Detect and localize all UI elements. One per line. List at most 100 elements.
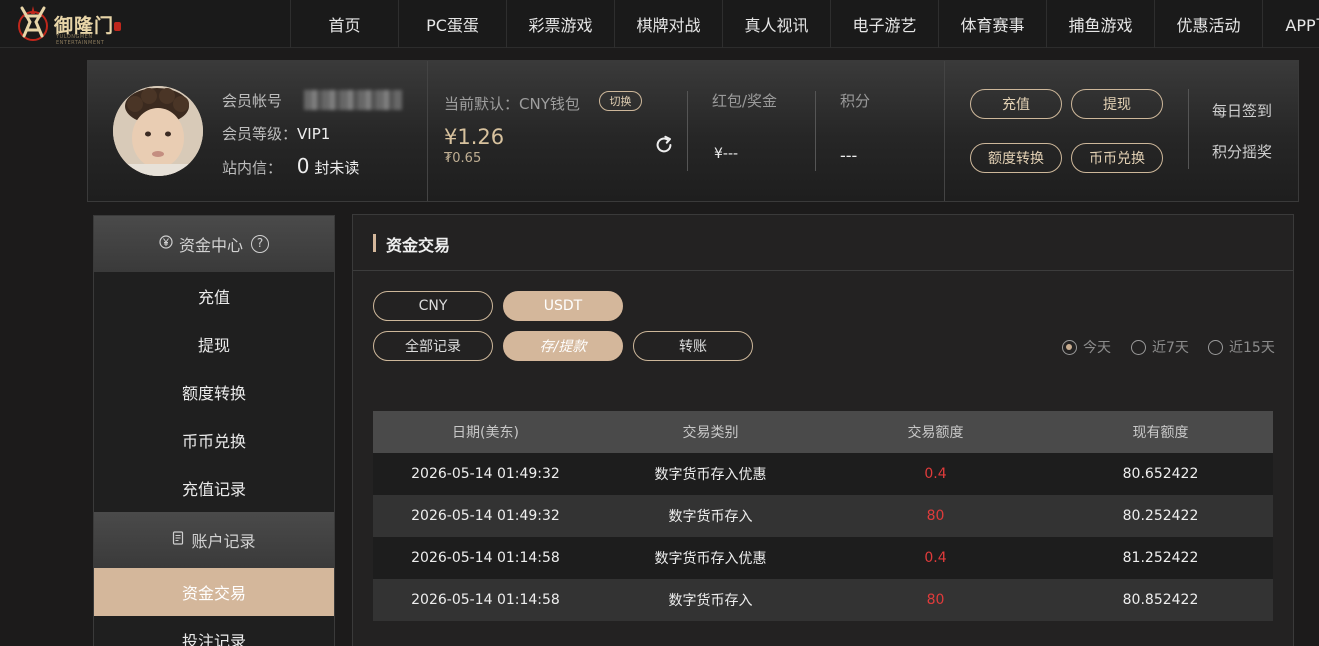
cell-amount: 80	[823, 579, 1048, 621]
table-row: 2026-05-14 01:14:58 数字货币存入优惠 0.4 81.2524…	[373, 537, 1273, 579]
cell-type: 数字货币存入	[598, 579, 823, 621]
level-value: VIP1	[297, 125, 331, 143]
wallet-balance: ¥1.26	[444, 125, 505, 149]
cell-type: 数字货币存入优惠	[598, 537, 823, 579]
cell-date: 2026-05-14 01:14:58	[373, 537, 598, 579]
sidebar-item-deposit[interactable]: 充值	[94, 272, 334, 320]
sidebar: 资金中心 ? 充值 提现 额度转换 币币兑换 充值记录 账户记录 资金交易 投注…	[93, 215, 335, 646]
tab-transfer[interactable]: 转账	[633, 331, 753, 361]
range-today[interactable]: 今天	[1062, 337, 1111, 357]
account-records-title: 账户记录	[191, 532, 256, 551]
page-title: 资金交易	[386, 236, 451, 255]
document-icon	[172, 531, 185, 549]
points-value: ---	[840, 146, 858, 165]
user-panel: 会员帐号 会员等级：VIP1 站内信： 0 封未读 当前默认：CNY钱包 切换 …	[87, 60, 1299, 202]
nav-home[interactable]: 首页	[290, 0, 398, 48]
table-row: 2026-05-14 01:49:32 数字货币存入优惠 0.4 80.6524…	[373, 453, 1273, 495]
nav-sports[interactable]: 体育赛事	[938, 0, 1046, 48]
radio-icon	[1208, 339, 1223, 355]
message-row[interactable]: 站内信： 0 封未读	[222, 154, 359, 178]
exchange-button[interactable]: 币币兑换	[1071, 143, 1163, 173]
range-7-days[interactable]: 近7天	[1131, 337, 1189, 357]
tab-all-records[interactable]: 全部记录	[373, 331, 493, 361]
cell-type: 数字货币存入优惠	[598, 453, 823, 495]
help-icon[interactable]: ?	[251, 235, 269, 253]
dragon-logo-icon	[18, 6, 48, 41]
switch-wallet-button[interactable]: 切换	[599, 91, 642, 111]
table-header-row: 日期(美东) 交易类别 交易额度 现有额度	[373, 411, 1273, 453]
tab-deposit-withdraw[interactable]: 存/提款	[503, 331, 623, 361]
divider	[944, 61, 945, 201]
account-records-header[interactable]: 账户记录	[94, 512, 334, 568]
baby-photo-icon	[113, 86, 203, 176]
default-wallet-label: 当前默认：CNY钱包	[444, 95, 580, 113]
cell-date: 2026-05-14 01:14:58	[373, 579, 598, 621]
nav-app[interactable]: APP下载	[1262, 0, 1319, 48]
sidebar-item-exchange[interactable]: 币币兑换	[94, 416, 334, 464]
wallet-sub-balance: ₮0.65	[444, 151, 482, 166]
divider	[1188, 89, 1189, 169]
bonus-label: 红包/奖金	[712, 92, 778, 110]
cell-balance: 80.652422	[1048, 453, 1273, 495]
level-label: 会员等级：	[222, 125, 298, 143]
title-accent-bar	[373, 234, 376, 252]
deposit-button[interactable]: 充值	[970, 89, 1062, 119]
level-row: 会员等级：VIP1	[222, 123, 330, 144]
divider	[427, 61, 428, 201]
message-label: 站内信：	[222, 159, 283, 177]
radio-selected-icon	[1062, 339, 1077, 355]
range-today-label: 今天	[1083, 340, 1111, 356]
col-balance: 现有额度	[1048, 411, 1273, 453]
withdraw-button[interactable]: 提现	[1071, 89, 1163, 119]
points-label: 积分	[840, 92, 871, 110]
transfer-button[interactable]: 额度转换	[970, 143, 1062, 173]
unread-suffix: 封未读	[314, 159, 360, 177]
account-id-redacted	[304, 90, 402, 110]
cell-amount: 80	[823, 495, 1048, 537]
tab-usdt[interactable]: USDT	[503, 291, 623, 321]
funds-center-header[interactable]: 资金中心 ?	[94, 216, 334, 272]
col-amount: 交易额度	[823, 411, 1048, 453]
radio-icon	[1131, 339, 1146, 355]
content-header: 资金交易	[353, 215, 1293, 271]
refresh-icon[interactable]	[653, 134, 675, 156]
sidebar-item-withdraw[interactable]: 提现	[94, 320, 334, 368]
col-date: 日期(美东)	[373, 411, 598, 453]
bonus-value: ¥---	[714, 146, 739, 162]
tab-cny[interactable]: CNY	[373, 291, 493, 321]
sidebar-item-transfer[interactable]: 额度转换	[94, 368, 334, 416]
range-15-days[interactable]: 近15天	[1208, 337, 1275, 357]
nav-live-casino[interactable]: 真人视讯	[722, 0, 830, 48]
table-row: 2026-05-14 01:49:32 数字货币存入 80 80.252422	[373, 495, 1273, 537]
sidebar-item-bet-records[interactable]: 投注记录	[94, 616, 334, 646]
points-lottery-link[interactable]: 积分摇奖	[1212, 141, 1272, 162]
content-panel: 资金交易 CNY USDT 全部记录 存/提款 转账 今天 近7天 近15天 日…	[352, 214, 1294, 646]
cell-type: 数字货币存入	[598, 495, 823, 537]
avatar[interactable]	[113, 86, 203, 176]
sidebar-item-fund-transactions[interactable]: 资金交易	[94, 568, 334, 616]
brand-tagline: YULONGMEN ENTERTAINMENT	[56, 34, 105, 46]
cell-balance: 81.252422	[1048, 537, 1273, 579]
nav-fishing[interactable]: 捕鱼游戏	[1046, 0, 1154, 48]
brand-logo[interactable]: 御隆门 YULONGMEN ENTERTAINMENT	[14, 2, 124, 46]
cell-date: 2026-05-14 01:49:32	[373, 453, 598, 495]
main-menu: 首页 PC蛋蛋 彩票游戏 棋牌对战 真人视讯 电子游艺 体育赛事 捕鱼游戏 优惠…	[290, 0, 1319, 48]
account-row: 会员帐号	[222, 90, 282, 111]
daily-checkin-link[interactable]: 每日签到	[1212, 100, 1272, 121]
cell-amount: 0.4	[823, 453, 1048, 495]
transactions-table: 日期(美东) 交易类别 交易额度 现有额度 2026-05-14 01:49:3…	[373, 411, 1273, 621]
nav-lottery[interactable]: 彩票游戏	[506, 0, 614, 48]
sidebar-item-deposit-records[interactable]: 充值记录	[94, 464, 334, 512]
nav-promotions[interactable]: 优惠活动	[1154, 0, 1262, 48]
col-type: 交易类别	[598, 411, 823, 453]
cell-date: 2026-05-14 01:49:32	[373, 495, 598, 537]
nav-slots[interactable]: 电子游艺	[830, 0, 938, 48]
top-nav: 御隆门 YULONGMEN ENTERTAINMENT 首页 PC蛋蛋 彩票游戏…	[0, 0, 1319, 48]
cell-balance: 80.252422	[1048, 495, 1273, 537]
unread-count: 0	[296, 154, 310, 178]
nav-card-games[interactable]: 棋牌对战	[614, 0, 722, 48]
yen-icon	[159, 235, 173, 253]
table-row: 2026-05-14 01:14:58 数字货币存入 80 80.852422	[373, 579, 1273, 621]
nav-pc-eggs[interactable]: PC蛋蛋	[398, 0, 506, 48]
range-15-days-label: 近15天	[1229, 340, 1275, 356]
